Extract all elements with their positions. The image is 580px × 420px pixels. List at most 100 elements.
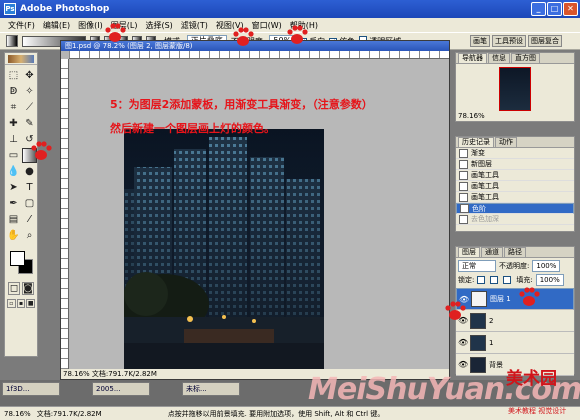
layer-thumbnail [470,334,486,351]
lasso-tool-icon[interactable]: ↁ [6,84,21,99]
navigator-zoom[interactable]: 78.16% [458,112,485,120]
layer-name: 2 [489,316,494,325]
slice-tool-icon[interactable]: ⟋ [22,100,37,115]
clone-stamp-tool-icon[interactable]: ⊥ [6,132,21,147]
menu-image[interactable]: 图像(I) [78,20,103,31]
status-bar: 78.16% 文档:791.7K/2.82M 点按并拖移以用前景填充. 要用附加… [0,406,580,420]
task-item-1[interactable]: 1f3D... [2,382,60,396]
navigator-preview[interactable] [499,67,531,111]
palette-well-brushes[interactable]: 画笔 [470,35,490,47]
window-title: Adobe Photoshop [20,4,110,14]
building-night-photo[interactable] [124,129,324,373]
quickmask-mode-icon[interactable]: ◙ [22,282,34,295]
layers-panel: 图层 通道 路径 正常 不透明度: 100% 锁定: 填充: 100% 👁 图层 … [455,246,575,376]
tab-histogram[interactable]: 直方图 [511,53,540,63]
layer-row[interactable]: 👁 1 [456,332,574,354]
task-item-2[interactable]: 2005... [92,382,150,396]
menu-edit[interactable]: 编辑(E) [43,20,70,31]
lock-image-checkbox[interactable] [490,276,499,284]
layer-opacity-field[interactable]: 100% [532,260,561,272]
tab-history[interactable]: 历史记录 [458,137,494,147]
healing-brush-tool-icon[interactable]: ✚ [6,116,21,131]
task-item-3[interactable]: 未标... [182,382,240,396]
tab-layers[interactable]: 图层 [458,247,480,257]
eye-visibility-icon[interactable]: 👁 [458,360,468,369]
lock-transparency-checkbox[interactable] [477,276,486,284]
history-item[interactable]: 色阶 [456,203,574,214]
lock-label: 锁定: [458,276,475,284]
watermark-brand: 美术园 [506,369,557,389]
gradient-tool-icon[interactable] [6,35,18,47]
layer-name: 背景 [489,360,503,369]
close-button[interactable]: ✕ [563,2,578,16]
history-item[interactable]: 新图层 [456,159,574,170]
move-tool-icon[interactable]: ✥ [22,68,37,83]
history-item[interactable]: 画笔工具 [456,181,574,192]
brush-tool-icon[interactable]: ✎ [22,116,37,131]
hand-tool-icon[interactable]: ✋ [6,228,21,243]
top-ruler [69,51,449,59]
blur-tool-icon[interactable]: 💧 [6,164,21,179]
night-city-image [124,129,324,373]
layer-thumbnail [471,291,487,307]
foreground-color[interactable] [10,251,25,266]
palette-well-comps[interactable]: 图层复合 [528,35,562,47]
history-step-icon [459,148,468,158]
tab-info[interactable]: 信息 [488,53,510,63]
layer-list: 👁 图层 1 👁 2 👁 1 👁 背景 [456,288,574,376]
menu-filter[interactable]: 滤镜(T) [181,20,208,31]
history-item[interactable]: 渐变 [456,148,574,159]
pen-tool-icon[interactable]: ✒ [6,196,21,211]
eye-visibility-icon[interactable]: 👁 [458,338,468,347]
layer-opacity-label: 不透明度: [499,262,530,270]
minimize-button[interactable]: _ [531,2,546,16]
zoom-tool-icon[interactable]: ⌕ [22,228,37,243]
tab-channels[interactable]: 通道 [481,247,503,257]
screen-mode-standard-icon[interactable]: ▫ [7,299,16,308]
marquee-tool-icon[interactable]: ⬚ [6,68,21,83]
layer-row[interactable]: 👁 2 [456,310,574,332]
blend-mode-select[interactable]: 正常 [458,260,496,272]
lock-position-checkbox[interactable] [503,276,512,284]
history-step-icon [459,214,468,224]
mask-mode-buttons: ◻ ◙ [5,280,37,297]
history-item[interactable]: 去色加深 [456,214,574,225]
history-step-icon [459,170,468,180]
history-item-label: 去色加深 [471,215,499,223]
history-item-label: 色阶 [472,204,486,213]
palette-well-presets[interactable]: 工具预设 [492,35,526,47]
eyedropper-tool-icon[interactable]: ⁄ [22,212,37,227]
history-item[interactable]: 画笔工具 [456,192,574,203]
layer-fill-field[interactable]: 100% [535,274,564,286]
standard-mode-icon[interactable]: ◻ [8,282,20,295]
menu-select[interactable]: 选择(S) [145,20,172,31]
screen-mode-full-icon[interactable]: ■ [26,299,36,308]
layer-row[interactable]: 👁 图层 1 [456,288,574,310]
color-swatches [7,248,35,278]
tab-actions[interactable]: 动作 [495,137,517,147]
menu-window[interactable]: 窗口(W) [252,20,282,31]
crop-tool-icon[interactable]: ⌗ [6,100,21,115]
history-item[interactable]: 画笔工具 [456,170,574,181]
tab-paths[interactable]: 路径 [504,247,526,257]
paw-print-icon [233,27,254,46]
path-selection-tool-icon[interactable]: ➤ [6,180,21,195]
history-item-label: 新图层 [471,160,492,168]
dodge-tool-icon[interactable]: ● [22,164,37,179]
shape-tool-icon[interactable]: ▢ [22,196,37,211]
title-bar: Ps Adobe Photoshop _ □ ✕ [0,0,580,18]
screen-mode-full-menu-icon[interactable]: ▪ [16,299,26,308]
eraser-tool-icon[interactable]: ▭ [6,148,21,163]
history-item-label: 渐变 [471,149,485,157]
photoshop-feather-icon [8,54,34,63]
maximize-button[interactable]: □ [547,2,562,16]
tutorial-step-text-1: 5：为图层2添加蒙板，用渐变工具渐变，（注意参数） [110,98,373,111]
toolbox: ⬚ ✥ ↁ ✧ ⌗ ⟋ ✚ ✎ ⊥ ↺ ▭ 💧 ● ➤ T ✒ ▢ ▤ ⁄ ✋ … [4,52,38,357]
status-zoom[interactable]: 78.16% [4,410,31,418]
history-step-icon [459,159,468,169]
type-tool-icon[interactable]: T [22,180,37,195]
magic-wand-tool-icon[interactable]: ✧ [22,84,37,99]
menu-file[interactable]: 文件(F) [8,20,35,31]
tab-navigator[interactable]: 导航器 [458,53,487,63]
notes-tool-icon[interactable]: ▤ [6,212,21,227]
